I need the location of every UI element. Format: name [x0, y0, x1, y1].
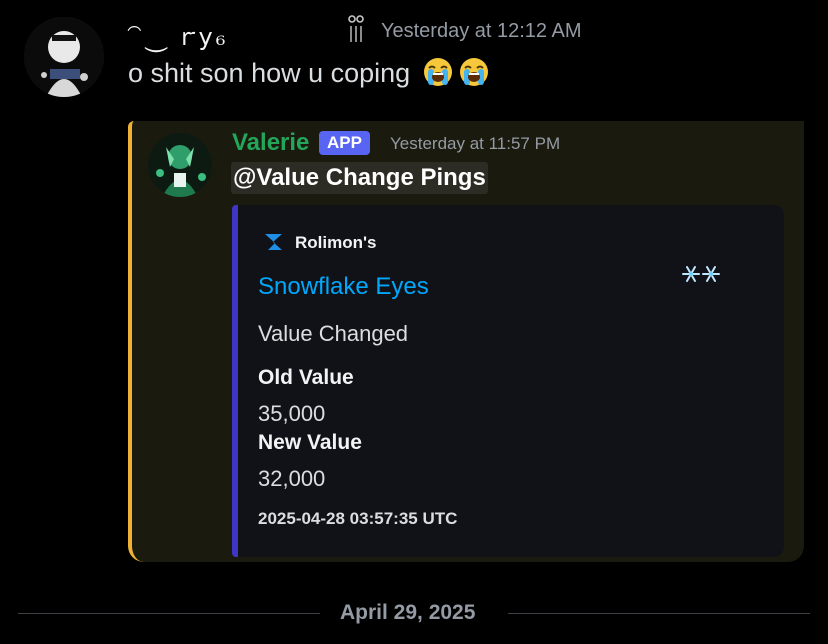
date-divider-line-left	[18, 613, 320, 614]
date-divider-line-right	[508, 613, 810, 614]
user-avatar[interactable]	[24, 17, 104, 97]
loudly-crying-face-icon[interactable]	[458, 56, 490, 88]
bot-avatar[interactable]	[148, 133, 212, 197]
field-new-value-name: New Value	[258, 431, 362, 454]
bot-message-timestamp[interactable]: Yesterday at 11:57 PM	[390, 134, 560, 154]
rolimons-logo-icon	[265, 234, 282, 250]
field-old-value-name: Old Value	[258, 366, 354, 389]
field-new-value: 32,000	[258, 466, 326, 491]
message-username[interactable]: ⁀⏝ ꭈ𝗒₆	[127, 20, 228, 53]
clan-tag-icon	[348, 15, 364, 42]
loudly-crying-face-icon[interactable]	[422, 56, 454, 88]
snowflake-thumbnail-icon[interactable]	[680, 260, 724, 288]
date-divider: April 29, 2025	[340, 601, 476, 624]
message-content: o shit son how u coping	[128, 56, 490, 89]
embed-author[interactable]: Rolimon's	[295, 233, 377, 253]
embed-description: Value Changed	[258, 321, 409, 346]
field-old-value: 35,000	[258, 401, 326, 426]
message-timestamp[interactable]: Yesterday at 12:12 AM	[381, 20, 582, 43]
bot-username[interactable]: Valerie	[232, 129, 309, 157]
embed-title-link[interactable]: Snowflake Eyes	[258, 273, 429, 301]
app-badge: APP	[319, 131, 370, 155]
role-mention[interactable]: @Value Change Pings	[231, 162, 488, 194]
embed-footer-timestamp: 2025-04-28 03:57:35 UTC	[258, 509, 458, 528]
message-text: o shit son how u coping	[128, 58, 411, 88]
